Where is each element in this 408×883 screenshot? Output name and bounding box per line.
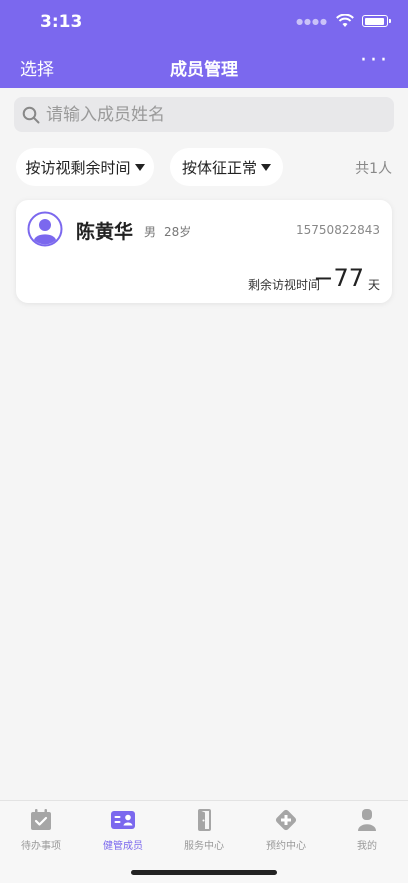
nav-bar: 选择 成员管理 ··· [0, 44, 408, 88]
home-indicator [131, 870, 277, 875]
caret-down-icon [261, 163, 271, 171]
tab-todo[interactable]: 待办事项 [0, 807, 82, 852]
tab-members-label: 健管成员 [103, 841, 143, 852]
visit-remaining-label: 剩余访视时间 [247, 278, 320, 292]
member-card[interactable]: 陈黄华 男 28岁 15750822843 剩余访视时间 −77 天 [16, 200, 392, 303]
filter-visit-time[interactable]: 按访视剩余时间 [16, 148, 154, 186]
status-time: 3:13 [40, 12, 83, 32]
member-count: 共1人 [355, 161, 392, 177]
medical-plus-icon [275, 809, 297, 831]
status-icons: ●●●● [296, 14, 391, 28]
search-icon [22, 106, 40, 123]
tab-todo-label: 待办事项 [21, 841, 61, 852]
battery-icon [362, 15, 391, 27]
tab-mine[interactable]: 我的 [326, 807, 408, 852]
tab-service-label: 服务中心 [184, 841, 224, 852]
tab-service[interactable]: 服务中心 [163, 807, 245, 852]
calendar-check-icon [31, 809, 51, 830]
filter-visit-time-label: 按访视剩余时间 [25, 158, 131, 177]
member-phone: 15750822843 [296, 223, 380, 237]
page-title: 成员管理 [170, 60, 238, 80]
caret-down-icon [134, 163, 145, 171]
member-gender: 男 [144, 225, 157, 239]
filter-vital-signs-label: 按体征正常 [181, 158, 257, 177]
search-bar[interactable] [14, 97, 394, 132]
tab-members[interactable]: 健管成员 [82, 807, 164, 852]
header: 3:13 ●●●● 选择 成员管理 ··· [0, 0, 408, 88]
visit-remaining-value: −77 [313, 264, 364, 292]
tab-appointment[interactable]: 预约中心 [245, 807, 327, 852]
tab-mine-label: 我的 [357, 841, 377, 852]
wifi-icon [336, 14, 354, 27]
visit-remaining-unit: 天 [367, 278, 380, 292]
search-input[interactable] [46, 104, 376, 125]
member-card-icon [111, 811, 135, 829]
member-name: 陈黄华 [76, 221, 134, 243]
member-age: 28岁 [164, 225, 192, 239]
signal-icon: ●●●● [296, 16, 328, 26]
status-bar: 3:13 ●●●● [0, 0, 408, 44]
user-icon [358, 809, 376, 831]
tab-appointment-label: 预约中心 [266, 841, 306, 852]
door-icon [198, 809, 211, 831]
filter-vital-signs[interactable]: 按体征正常 [170, 148, 283, 186]
avatar-icon [27, 211, 63, 247]
more-icon[interactable]: ··· [360, 48, 390, 73]
